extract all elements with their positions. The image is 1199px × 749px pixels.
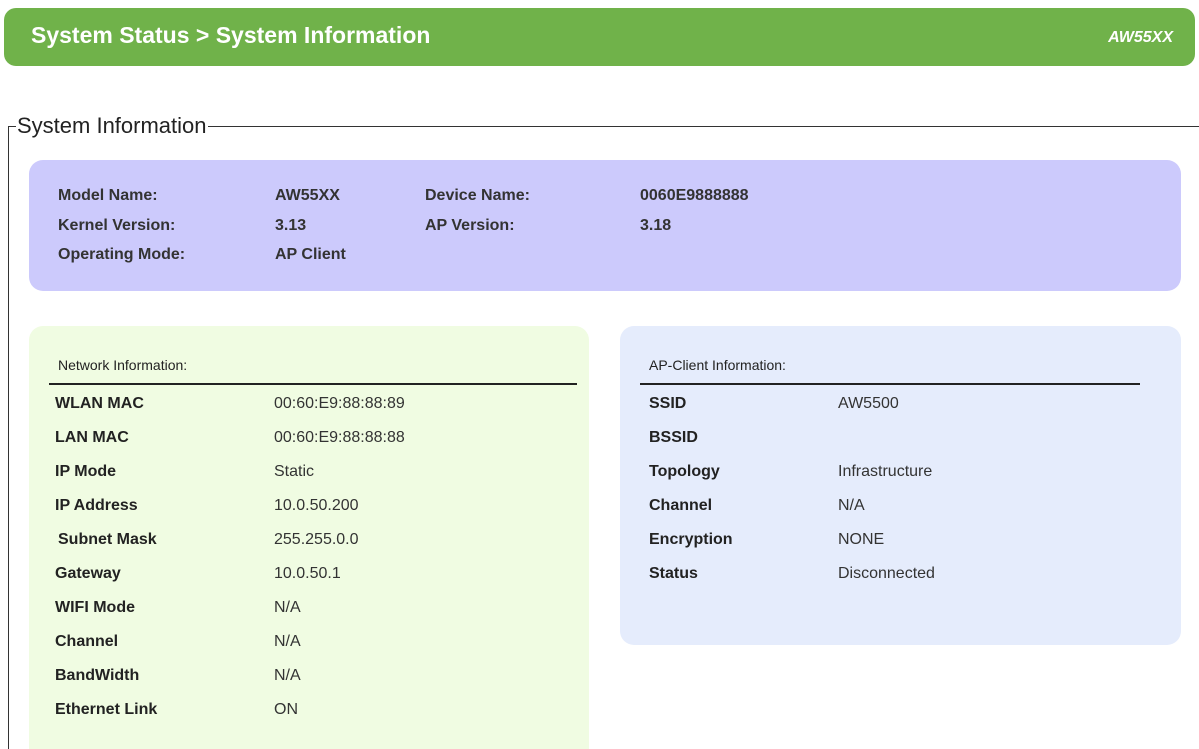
network-row-value: ON: [274, 701, 298, 718]
ap-client-information-panel: AP-Client Information: SSID AW5500 BSSID…: [620, 326, 1181, 645]
operating-mode-label: Operating Mode:: [58, 246, 186, 263]
network-divider: [49, 383, 577, 385]
network-row-label: IP Address: [55, 497, 138, 514]
network-row-value: N/A: [274, 633, 301, 650]
ap-client-information-title: AP-Client Information:: [649, 357, 786, 373]
ap-client-row-value: Infrastructure: [838, 463, 933, 480]
device-name-value: 0060E9888888: [640, 187, 749, 204]
section-title: System Information: [16, 113, 208, 139]
device-name-label: Device Name:: [425, 187, 530, 204]
ap-client-row-label: Encryption: [649, 531, 733, 548]
ap-client-row-value: NONE: [838, 531, 885, 548]
kernel-version-label: Kernel Version:: [58, 217, 176, 234]
network-row-label: Channel: [55, 633, 119, 650]
model-badge: AW55XX: [1108, 29, 1173, 46]
network-row-value: 255.255.0.0: [274, 531, 359, 548]
ap-client-row-label: Topology: [649, 463, 720, 480]
page-header: System Status > System Information AW55X…: [4, 8, 1195, 66]
model-name-value: AW55XX: [275, 187, 340, 204]
network-row-value: 10.0.50.200: [274, 497, 359, 514]
summary-panel: Model Name: AW55XX Device Name: 0060E988…: [29, 160, 1181, 291]
network-row-label: Gateway: [55, 565, 121, 582]
network-row-label: LAN MAC: [55, 429, 129, 446]
ap-client-row-value: Disconnected: [838, 565, 935, 582]
kernel-version-value: 3.13: [275, 217, 307, 234]
ap-version-label: AP Version:: [425, 217, 515, 234]
network-row-value: 00:60:E9:88:88:88: [274, 429, 405, 446]
network-row-label: BandWidth: [55, 667, 140, 684]
network-row-label: IP Mode: [55, 463, 117, 480]
network-row-label: Ethernet Link: [55, 701, 158, 718]
network-row-value: 10.0.50.1: [274, 565, 341, 582]
network-row-label: WLAN MAC: [55, 395, 144, 412]
network-row-value: Static: [274, 463, 315, 480]
operating-mode-value: AP Client: [275, 246, 346, 263]
network-row-value: N/A: [274, 599, 301, 616]
network-row-value: 00:60:E9:88:88:89: [274, 395, 405, 412]
ap-client-divider: [640, 383, 1140, 385]
network-row-label: WIFI Mode: [55, 599, 135, 616]
network-information-panel: Network Information: WLAN MAC 00:60:E9:8…: [29, 326, 589, 749]
ap-client-row-value: AW5500: [838, 395, 899, 412]
network-information-title: Network Information:: [58, 357, 188, 373]
network-row-value: N/A: [274, 667, 301, 684]
ap-version-value: 3.18: [640, 217, 672, 234]
ap-client-row-value: N/A: [838, 497, 865, 514]
breadcrumb: System Status > System Information: [31, 22, 431, 48]
ap-client-row-label: Channel: [649, 497, 713, 514]
ap-client-row-label: BSSID: [649, 429, 698, 446]
model-name-label: Model Name:: [58, 187, 158, 204]
ap-client-row-label: Status: [649, 565, 698, 582]
ap-client-row-label: SSID: [649, 395, 687, 412]
network-row-label: Subnet Mask: [58, 531, 157, 548]
